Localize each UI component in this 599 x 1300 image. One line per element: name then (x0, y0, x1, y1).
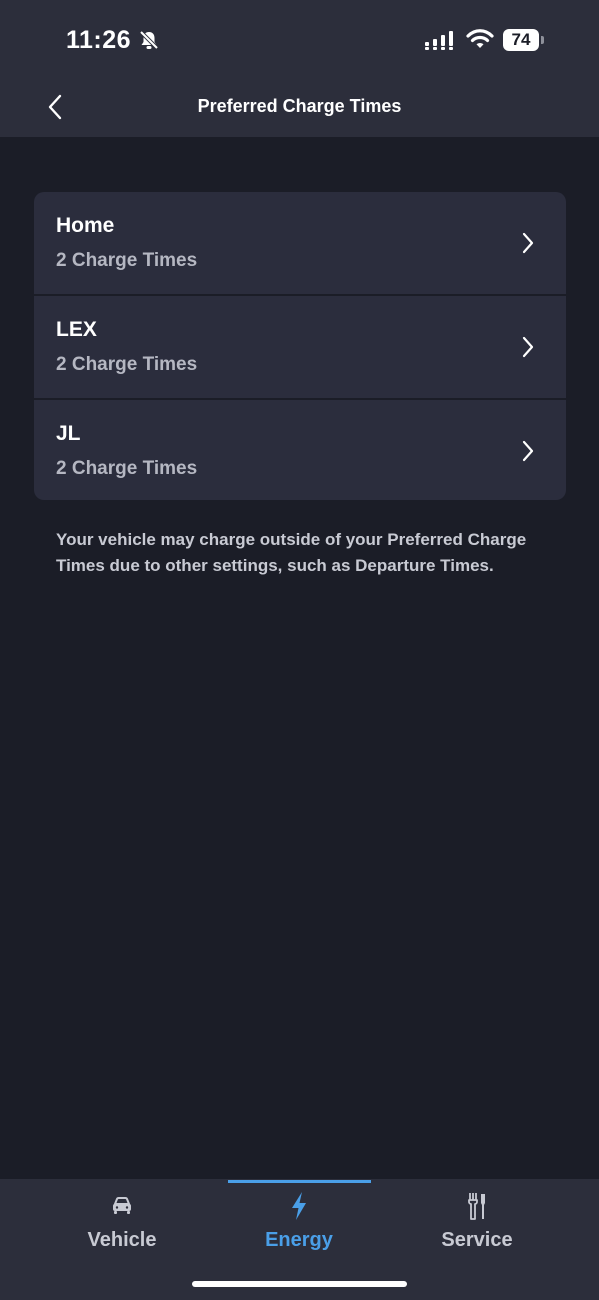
location-row-jl[interactable]: JL 2 Charge Times (34, 400, 566, 500)
battery-icon: 74 (503, 29, 539, 51)
tab-service[interactable]: Service (377, 1179, 577, 1269)
tab-vehicle[interactable]: Vehicle (22, 1179, 222, 1269)
location-row-lex[interactable]: LEX 2 Charge Times (34, 296, 566, 398)
tab-label: Vehicle (87, 1229, 157, 1251)
location-name: Home (56, 214, 115, 237)
page-title: Preferred Charge Times (197, 96, 402, 116)
tab-label: Energy (265, 1229, 333, 1251)
status-time: 11:26 (66, 26, 132, 54)
charge-times-note: Your vehicle may charge outside of your … (56, 530, 527, 575)
location-row-home[interactable]: Home 2 Charge Times (34, 192, 566, 294)
wifi-icon (466, 29, 494, 48)
location-charge-count: 2 Charge Times (56, 250, 198, 271)
app-header: 11:26 74 Preferred Charge Times (0, 0, 599, 137)
car-icon (113, 1197, 131, 1214)
chevron-right-icon (522, 232, 534, 254)
tab-label: Service (441, 1229, 513, 1251)
location-charge-count: 2 Charge Times (56, 458, 198, 479)
lightning-bolt-icon (292, 1192, 306, 1220)
cellular-signal-icon (425, 31, 453, 50)
tools-icon (468, 1193, 485, 1220)
location-charge-count: 2 Charge Times (56, 354, 198, 375)
chevron-right-icon (522, 440, 534, 462)
chevron-right-icon (522, 336, 534, 358)
bell-muted-icon (139, 30, 159, 50)
location-name: JL (56, 422, 81, 445)
location-name: LEX (56, 318, 97, 341)
charge-locations-list: Home 2 Charge Times LEX 2 Charge Times J… (34, 192, 566, 500)
battery-tip (541, 36, 544, 44)
tab-energy[interactable]: Energy (199, 1179, 399, 1269)
home-indicator (192, 1281, 407, 1287)
